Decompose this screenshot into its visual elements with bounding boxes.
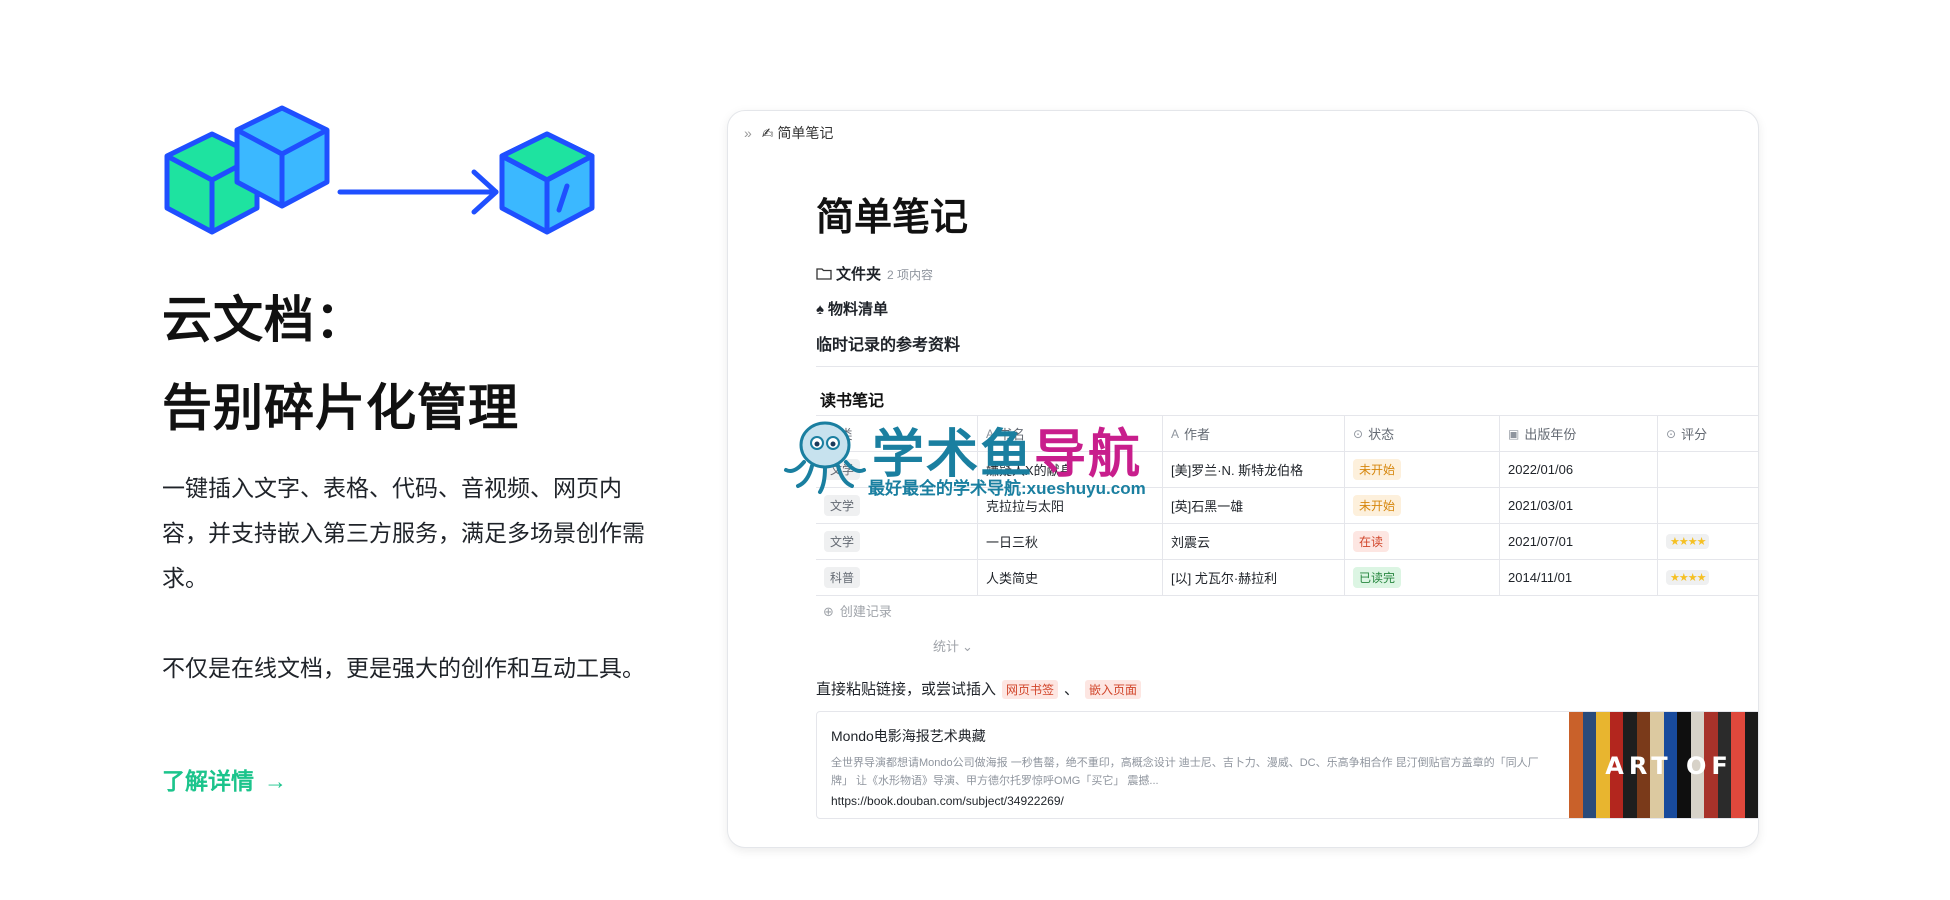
year-cell[interactable]: 2021/03/01 bbox=[1500, 488, 1658, 523]
publish-year: 2014/11/01 bbox=[1508, 570, 1573, 585]
learn-more-link[interactable]: 了解详情 → bbox=[162, 762, 287, 796]
expand-sidebar-icon[interactable]: » bbox=[744, 125, 752, 141]
page-title: 简单笔记 bbox=[816, 197, 969, 239]
status-cell[interactable]: 已读完 bbox=[1345, 560, 1500, 595]
document-cube-icon bbox=[499, 131, 595, 235]
poster-thumbnail: ART OF bbox=[1569, 712, 1758, 818]
arrow-right-icon: → bbox=[264, 768, 287, 794]
book-cell[interactable]: 人类简史 bbox=[978, 560, 1163, 595]
link-url[interactable]: https://book.douban.com/subject/34922269… bbox=[831, 794, 1064, 808]
column-header[interactable]: ⊙ 状态 bbox=[1345, 416, 1500, 451]
column-header[interactable]: ⊙ 评分 bbox=[1658, 416, 1758, 451]
status-cell[interactable]: 在读 bbox=[1345, 524, 1500, 559]
folder-count: 2 项内容 bbox=[887, 268, 934, 282]
folder-icon bbox=[816, 268, 832, 280]
divider bbox=[816, 366, 1758, 367]
rating-stars: ★★★★ bbox=[1666, 534, 1710, 549]
status-cell[interactable]: 未开始 bbox=[1345, 452, 1500, 487]
status-cell[interactable]: 未开始 bbox=[1345, 488, 1500, 523]
plus-circle-icon: ⊕ bbox=[823, 604, 834, 619]
rating-cell[interactable]: ★★★★ bbox=[1658, 524, 1758, 559]
book-cell[interactable]: 一日三秋 bbox=[978, 524, 1163, 559]
summary-dropdown[interactable]: 统计 ⌄ bbox=[933, 636, 973, 655]
link-title: Mondo电影海报艺术典藏 bbox=[831, 728, 986, 744]
link-description: 全世界导演都想请Mondo公司做海报 一秒售罄，绝不重印，高概念设计 迪士尼、吉… bbox=[831, 757, 1539, 787]
octopus-logo bbox=[784, 421, 866, 494]
rating-icon: ⊙ bbox=[1666, 426, 1677, 441]
embed-page-chip[interactable]: 嵌入页面 bbox=[1085, 680, 1142, 699]
hero-description-2: 不仅是在线文档，更是强大的创作和互动工具。 bbox=[162, 655, 645, 681]
learn-more-label: 了解详情 bbox=[162, 768, 254, 794]
hero-title-line2: 告别碎片化管理 bbox=[162, 380, 519, 436]
chevron-down-icon: ⌄ bbox=[962, 639, 973, 654]
category-cell[interactable]: 文学 bbox=[816, 524, 978, 559]
author-cell[interactable]: 刘震云 bbox=[1163, 524, 1345, 559]
book-name: 人类简史 bbox=[986, 571, 1039, 586]
breadcrumb[interactable]: ✍ 简单笔记 bbox=[762, 125, 834, 141]
folder-link[interactable]: 文件夹 2 项内容 bbox=[816, 263, 933, 284]
year-cell[interactable]: 2014/11/01 bbox=[1500, 560, 1658, 595]
references-heading: 临时记录的参考资料 bbox=[816, 337, 961, 354]
rating-stars: ★★★★ bbox=[1666, 570, 1710, 585]
rating-cell[interactable] bbox=[1658, 488, 1758, 523]
hero-title-line1: 云文档： bbox=[162, 292, 366, 348]
link-preview-card[interactable]: Mondo电影海报艺术典藏 全世界导演都想请Mondo公司做海报 一秒售罄，绝不… bbox=[816, 711, 1758, 819]
table-row[interactable]: 文学 一日三秋 刘震云 在读 2021/07/01 ★★★★ bbox=[816, 524, 1758, 560]
rating-cell[interactable]: ★★★★ bbox=[1658, 560, 1758, 595]
cube-illustration bbox=[164, 105, 595, 235]
calendar-icon: ▣ bbox=[1508, 426, 1520, 441]
publish-year: 2022/01/06 bbox=[1508, 462, 1574, 477]
author-cell[interactable]: [以] 尤瓦尔·赫拉利 bbox=[1163, 560, 1345, 595]
status-badge: 已读完 bbox=[1353, 567, 1402, 588]
column-header[interactable]: ▣ 出版年份 bbox=[1500, 416, 1658, 451]
category-cell[interactable]: 科普 bbox=[816, 560, 978, 595]
create-record-button[interactable]: ⊕ 创建记录 bbox=[823, 601, 892, 620]
table-title: 读书笔记 bbox=[820, 393, 885, 410]
paste-hint: 直接粘贴链接，或尝试插入 网页书签、嵌入页面 bbox=[816, 678, 1147, 699]
category-tag: 文学 bbox=[824, 531, 861, 552]
hero-description: 一键插入文字、表格、代码、音视频、网页内容，并支持嵌入第三方服务，满足多场景创作… bbox=[162, 475, 645, 591]
watermark: 学术鱼导航 最好最全的学术导航:xueshuyu.com bbox=[780, 410, 1200, 510]
year-cell[interactable]: 2021/07/01 bbox=[1500, 524, 1658, 559]
publish-year: 2021/07/01 bbox=[1508, 534, 1574, 549]
status-badge: 在读 bbox=[1353, 531, 1390, 552]
poster-text: ART OF bbox=[1605, 752, 1733, 780]
doc-topbar: » ✍ 简单笔记 bbox=[744, 123, 833, 143]
status-badge: 未开始 bbox=[1353, 495, 1402, 516]
folder-label: 文件夹 bbox=[836, 266, 882, 283]
materials-label: 物料清单 bbox=[827, 301, 888, 318]
author-name: 刘震云 bbox=[1171, 535, 1211, 550]
status-icon: ⊙ bbox=[1353, 426, 1364, 441]
rating-cell[interactable] bbox=[1658, 452, 1758, 487]
publish-year: 2021/03/01 bbox=[1508, 498, 1574, 513]
year-cell[interactable]: 2022/01/06 bbox=[1500, 452, 1658, 487]
category-tag: 科普 bbox=[824, 567, 861, 588]
spade-icon: ♠ bbox=[816, 301, 824, 318]
blue-cube-icon bbox=[234, 105, 330, 209]
author-name: [以] 尤瓦尔·赫拉利 bbox=[1171, 571, 1278, 586]
materials-link[interactable]: ♠ 物料清单 bbox=[816, 298, 888, 319]
book-name: 一日三秋 bbox=[986, 535, 1039, 550]
web-bookmark-chip[interactable]: 网页书签 bbox=[1002, 680, 1059, 699]
arrow-right-icon bbox=[337, 169, 499, 215]
status-badge: 未开始 bbox=[1353, 459, 1402, 480]
table-row[interactable]: 科普 人类简史 [以] 尤瓦尔·赫拉利 已读完 2014/11/01 ★★★★ bbox=[816, 560, 1758, 596]
watermark-subtitle: 最好最全的学术导航:xueshuyu.com bbox=[868, 479, 1146, 498]
